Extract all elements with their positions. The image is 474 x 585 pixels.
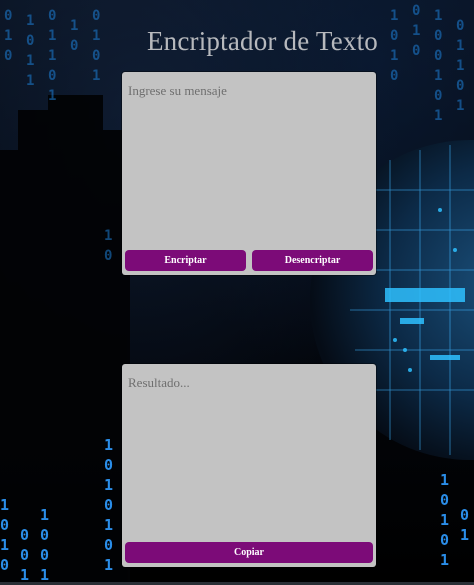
svg-text:1: 1 bbox=[390, 8, 398, 24]
svg-text:0: 0 bbox=[434, 88, 442, 104]
svg-text:0: 0 bbox=[40, 546, 49, 564]
copy-button[interactable]: Copiar bbox=[125, 542, 373, 563]
svg-text:1: 1 bbox=[26, 73, 34, 89]
svg-text:1: 1 bbox=[104, 516, 113, 534]
svg-text:1: 1 bbox=[460, 526, 469, 544]
svg-text:1: 1 bbox=[440, 511, 449, 529]
svg-text:0: 0 bbox=[40, 526, 49, 544]
svg-text:1: 1 bbox=[92, 68, 100, 84]
svg-text:1: 1 bbox=[104, 228, 112, 244]
svg-text:0: 0 bbox=[4, 8, 12, 24]
svg-text:1: 1 bbox=[48, 88, 56, 104]
svg-text:0: 0 bbox=[104, 536, 113, 554]
svg-text:1: 1 bbox=[104, 476, 113, 494]
output-panel: Copiar bbox=[122, 364, 376, 567]
svg-text:0: 0 bbox=[0, 556, 9, 574]
svg-text:1: 1 bbox=[440, 551, 449, 569]
svg-text:0: 0 bbox=[20, 546, 29, 564]
svg-text:0: 0 bbox=[440, 491, 449, 509]
svg-text:0: 0 bbox=[460, 506, 469, 524]
svg-text:0: 0 bbox=[48, 68, 56, 84]
svg-text:1: 1 bbox=[40, 506, 49, 524]
decrypt-button[interactable]: Desencriptar bbox=[252, 250, 373, 271]
svg-text:1: 1 bbox=[434, 108, 442, 124]
svg-text:0: 0 bbox=[456, 78, 464, 94]
svg-text:1: 1 bbox=[104, 436, 113, 454]
svg-text:0: 0 bbox=[104, 456, 113, 474]
svg-text:1: 1 bbox=[0, 536, 9, 554]
encrypt-button[interactable]: Encriptar bbox=[125, 250, 246, 271]
svg-text:0: 0 bbox=[412, 3, 420, 19]
svg-text:1: 1 bbox=[104, 556, 113, 574]
svg-text:0: 0 bbox=[104, 248, 112, 264]
svg-text:0: 0 bbox=[48, 8, 56, 24]
message-input[interactable] bbox=[122, 72, 376, 242]
svg-text:1: 1 bbox=[456, 58, 464, 74]
svg-text:1: 1 bbox=[434, 8, 442, 24]
svg-text:0: 0 bbox=[440, 531, 449, 549]
svg-text:0: 0 bbox=[20, 526, 29, 544]
svg-text:0: 0 bbox=[104, 496, 113, 514]
svg-text:1: 1 bbox=[434, 68, 442, 84]
page-title: Encriptador de Texto bbox=[146, 26, 378, 56]
svg-text:1: 1 bbox=[456, 98, 464, 114]
svg-text:0: 0 bbox=[390, 68, 398, 84]
result-output[interactable] bbox=[122, 364, 376, 534]
svg-text:0: 0 bbox=[0, 516, 9, 534]
svg-text:0: 0 bbox=[92, 8, 100, 24]
svg-text:1: 1 bbox=[440, 471, 449, 489]
input-panel: Encriptar Desencriptar bbox=[122, 72, 376, 275]
svg-text:1: 1 bbox=[0, 496, 9, 514]
